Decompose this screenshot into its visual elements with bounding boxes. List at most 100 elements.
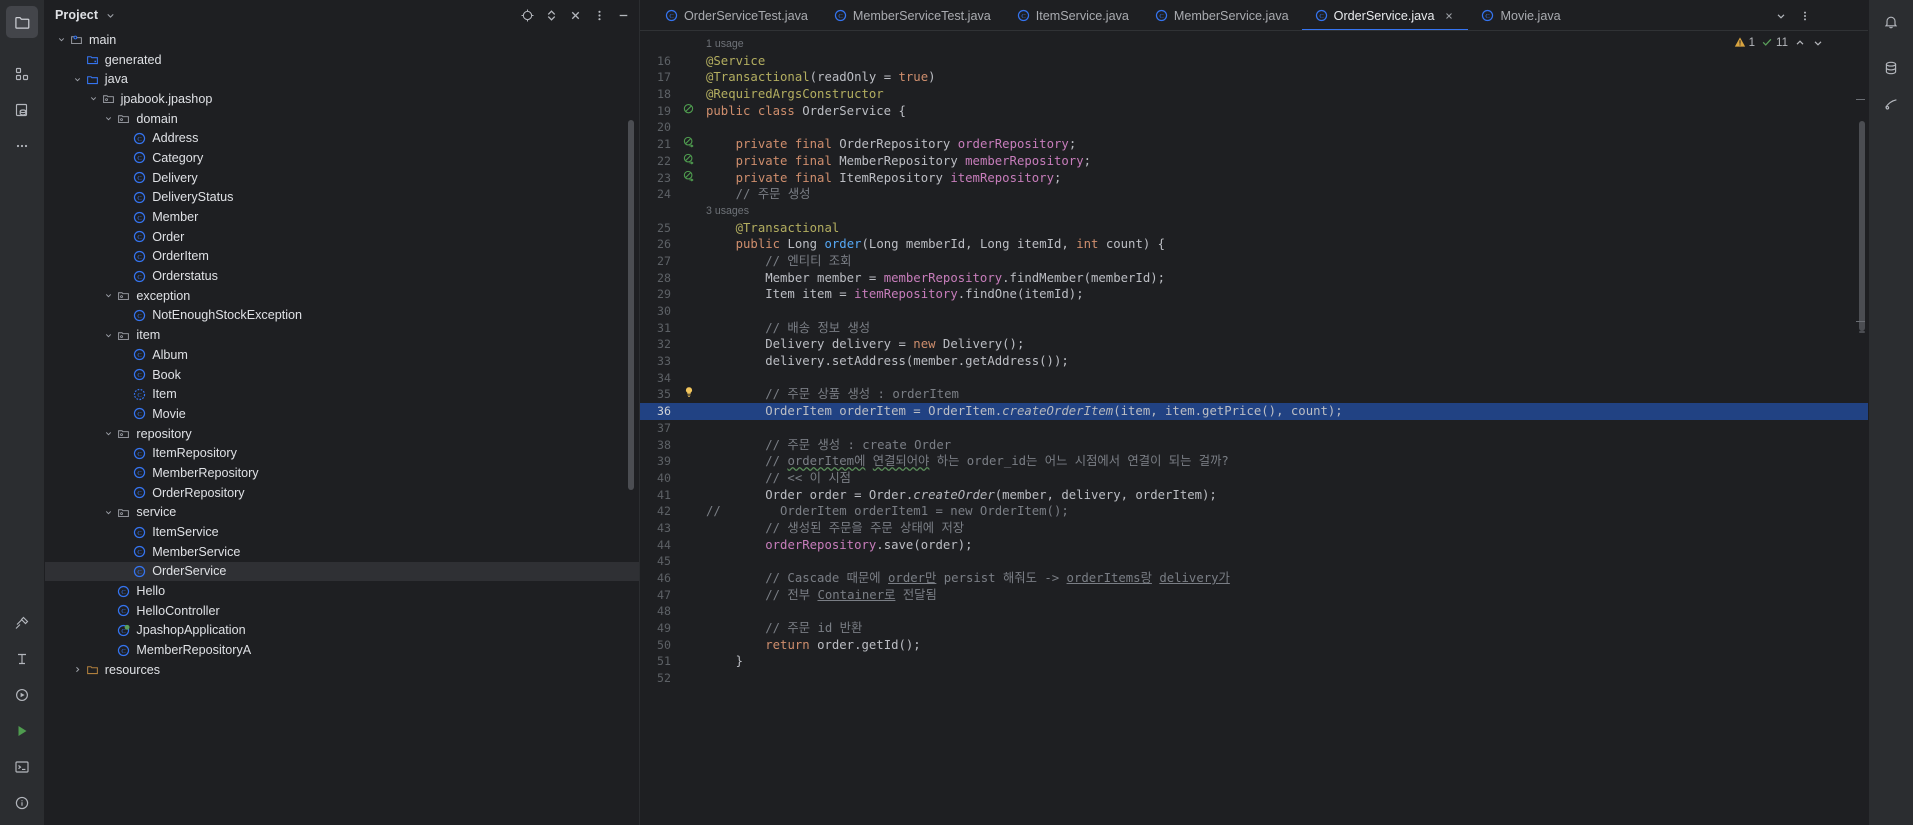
code-scroll-area[interactable]: 1 usage 16 @Service 17 @Transactional(readOn… [640,31,1868,825]
chevron-down-icon[interactable] [102,331,115,340]
project-tool-window-button[interactable] [6,6,38,38]
tree-item-delivery[interactable]: C Delivery [45,168,640,188]
tree-item-memberrepository[interactable]: C MemberRepository [45,463,640,483]
profiler-tool-window-button[interactable] [6,643,38,675]
tree-item-deliverystatus[interactable]: C DeliveryStatus [45,188,640,208]
usage-hint[interactable]: 1 usage [640,36,1868,53]
tree-item-orderrepository[interactable]: C OrderRepository [45,483,640,503]
editor-tab-orderservicetest[interactable]: C OrderServiceTest.java [652,0,821,31]
chevron-down-icon[interactable] [105,10,116,21]
code-line[interactable]: 24 // 주문 생성 [640,186,1868,203]
code-text[interactable]: delivery.setAddress(member.getAddress())… [706,353,1868,370]
tree-item-generated[interactable]: generated [45,50,640,70]
services-tool-window-button[interactable] [6,715,38,747]
editor-tab-movie[interactable]: C Movie.java [1468,0,1573,31]
chevron-down-icon[interactable] [55,35,68,44]
tree-item-notenoughstockexception[interactable]: C NotEnoughStockException [45,306,640,326]
code-text[interactable]: // OrderItem orderItem1 = new OrderItem(… [706,503,1868,520]
code-vertical-scrollbar[interactable] [1859,121,1865,331]
structure-tool-window-button[interactable] [6,58,38,90]
code-text[interactable]: // orderItem에 연결되어야 하는 order_id는 어느 시점에서… [706,453,1868,470]
problems-tool-window-button[interactable] [6,787,38,819]
code-text[interactable]: @Transactional(readOnly = true) [706,69,1868,86]
code-line[interactable]: 30 [640,303,1868,320]
code-text[interactable]: // Cascade 때문에 order만 persist 해줘도 -> ord… [706,570,1868,587]
code-line[interactable]: 45 [640,553,1868,570]
code-line[interactable]: 31 // 배송 정보 생성 [640,320,1868,337]
code-line[interactable]: 51 } [640,653,1868,670]
code-line[interactable]: 19 public class OrderService { [640,103,1868,120]
code-line[interactable]: 40 // << 이 시점 [640,470,1868,487]
code-text[interactable]: Delivery delivery = new Delivery(); [706,336,1868,353]
tree-item-repository[interactable]: repository [45,424,640,444]
code-line[interactable]: 43 // 생성된 주문을 주문 상태에 저장 [640,520,1868,537]
inspection-ok[interactable]: 11 [1761,36,1788,51]
database-right-button[interactable] [1875,52,1907,84]
tree-item-orderservice[interactable]: C OrderService [45,561,640,582]
hide-panel-button[interactable] [612,4,634,26]
chevron-down-icon[interactable] [102,429,115,438]
tab-list-button[interactable] [1770,5,1792,27]
tree-item-item[interactable]: C Item [45,384,640,404]
code-text[interactable]: public Long order(Long memberId, Long it… [706,236,1868,253]
inspection-warnings[interactable]: 1 [1734,36,1755,51]
code-text[interactable]: // 엔티티 조회 [706,253,1868,270]
notifications-button[interactable] [1875,6,1907,38]
code-line[interactable]: 47 // 전부 Container로 전달됨 [640,587,1868,604]
code-text[interactable]: Member member = memberRepository.findMem… [706,270,1868,287]
code-line[interactable]: 48 [640,603,1868,620]
tree-item-orderstatus[interactable]: C Orderstatus [45,266,640,286]
fold-marker-bottom[interactable] [1856,321,1865,322]
code-text[interactable]: public class OrderService { [706,103,1868,120]
tree-item-book[interactable]: C Book [45,365,640,385]
terminal-tool-window-button[interactable] [6,751,38,783]
code-text[interactable]: @Transactional [706,220,1868,237]
code-text[interactable]: // 전부 Container로 전달됨 [706,587,1868,604]
code-text[interactable]: @Service [706,53,1868,70]
tree-item-album[interactable]: C Album [45,345,640,365]
code-line[interactable]: 50 return order.getId(); [640,637,1868,654]
close-tab-button[interactable] [1442,9,1455,22]
code-text[interactable]: } [706,653,1868,670]
code-line[interactable]: 29 Item item = itemRepository.findOne(it… [640,286,1868,303]
code-text[interactable]: orderRepository.save(order); [706,537,1868,554]
code-text[interactable]: // 배송 정보 생성 [706,320,1868,337]
editor-tab-memberservice[interactable]: C MemberService.java [1142,0,1302,31]
database-tool-window-button[interactable] [6,94,38,126]
tree-item-hellocontroller[interactable]: C HelloController [45,601,640,621]
code-line[interactable]: 46 // Cascade 때문에 order만 persist 해줘도 -> … [640,570,1868,587]
fold-marker-top[interactable] [1856,99,1865,100]
code-text[interactable]: OrderItem orderItem = OrderItem.createOr… [706,403,1868,420]
tab-options-button[interactable] [1794,5,1816,27]
project-tree[interactable]: main generated java jpabook.jpashop domain C A… [45,30,640,825]
chevron-right-icon[interactable] [71,665,84,674]
code-text[interactable]: private final OrderRepository orderRepos… [706,136,1868,153]
code-line[interactable]: 39 // orderItem에 연결되어야 하는 order_id는 어느 시… [640,453,1868,470]
code-line[interactable]: 20 [640,119,1868,136]
code-text[interactable]: // 주문 id 반환 [706,620,1868,637]
run-tool-window-button[interactable] [6,679,38,711]
code-text[interactable]: // 주문 생성 : create Order [706,437,1868,454]
tree-item-order[interactable]: C Order [45,227,640,247]
close-panel-button[interactable] [564,4,586,26]
tree-item-service[interactable]: service [45,503,640,523]
code-line[interactable]: 18 @RequiredArgsConstructor [640,86,1868,103]
tree-item-java[interactable]: java [45,69,640,89]
chevron-down-icon[interactable] [102,114,115,123]
tree-item-orderitem[interactable]: C OrderItem [45,247,640,267]
code-line[interactable]: 32 Delivery delivery = new Delivery(); [640,336,1868,353]
code-vertical-scrollbar-secondary[interactable] [1859,331,1865,333]
navigate-marker-icon[interactable] [683,136,695,153]
more-tool-windows-button[interactable] [6,130,38,162]
project-tree-scrollbar[interactable] [628,120,634,490]
chevron-down-icon[interactable] [87,94,100,103]
code-line[interactable]: 22 private final MemberRepository member… [640,153,1868,170]
navigate-marker-icon[interactable] [683,153,695,170]
usage-hint[interactable]: 3 usages [640,203,1868,220]
tree-item-jpabook-jpashop[interactable]: jpabook.jpashop [45,89,640,109]
code-text[interactable]: @RequiredArgsConstructor [706,86,1868,103]
code-line[interactable]: 16 @Service [640,53,1868,70]
code-line[interactable]: 44 orderRepository.save(order); [640,537,1868,554]
build-tool-window-button[interactable] [6,607,38,639]
tree-item-resources[interactable]: resources [45,660,640,680]
